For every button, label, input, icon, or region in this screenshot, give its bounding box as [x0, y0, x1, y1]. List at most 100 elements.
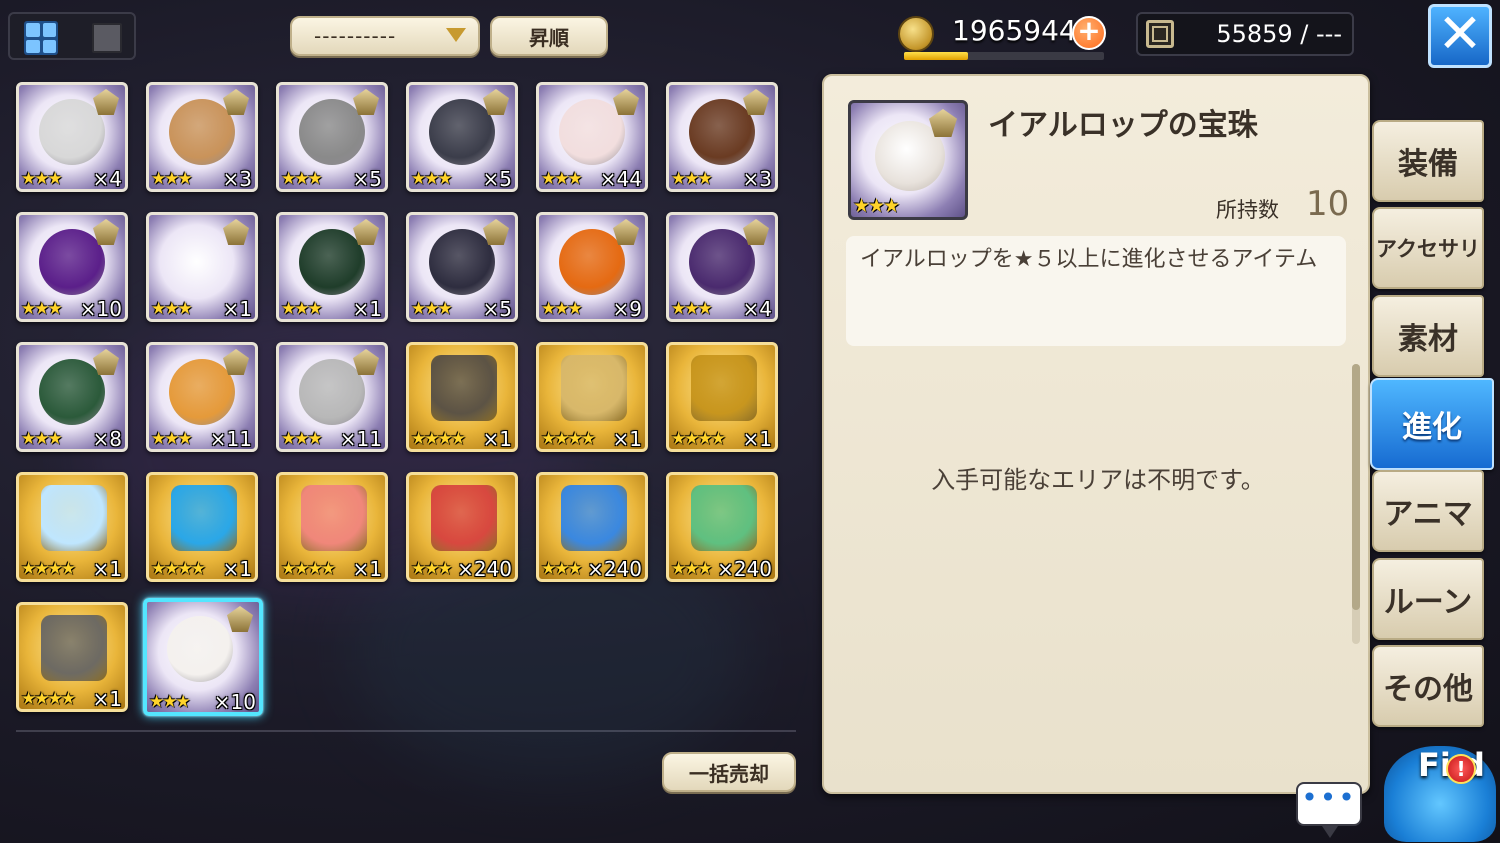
tab-materials[interactable]: 素材	[1372, 295, 1484, 377]
tab-other[interactable]: その他	[1372, 645, 1484, 727]
tab-equipment[interactable]: 装備	[1372, 120, 1484, 202]
item-slot[interactable]: ★★★★ ×1	[146, 472, 258, 582]
item-slot[interactable]: ★★★ ×3	[146, 82, 258, 192]
item-stars: ★★★	[411, 169, 453, 189]
item-quantity: ×1	[612, 427, 642, 451]
item-quantity: ×240	[457, 557, 512, 581]
item-slot[interactable]: ★★★ ×240	[536, 472, 648, 582]
detail-scrollbar[interactable]	[1352, 364, 1360, 644]
sell-all-button[interactable]: 一括売却	[662, 752, 796, 792]
collection-amount: 55859 / ---	[1216, 20, 1342, 48]
item-slot[interactable]: ★★★ ×11	[146, 342, 258, 452]
item-slot[interactable]: ★★★ ×5	[406, 82, 518, 192]
item-slot[interactable]: ★★★★ ×1	[276, 472, 388, 582]
item-slot-selected[interactable]: ★★★ ×10	[143, 598, 263, 716]
item-stars: ★★★	[671, 299, 713, 319]
item-stars: ★★★	[541, 299, 583, 319]
item-slot[interactable]: ★★★ ×240	[666, 472, 778, 582]
white-mask-orb-icon	[299, 359, 365, 425]
item-slot[interactable]: ★★★ ×11	[276, 342, 388, 452]
item-stars: ★★★	[541, 169, 583, 189]
item-quantity: ×1	[482, 427, 512, 451]
item-title: イアルロップの宝珠	[988, 108, 1258, 143]
item-quantity: ×10	[79, 297, 122, 321]
tab-accessory[interactable]: アクセサリ	[1372, 207, 1484, 289]
item-slot[interactable]: ★★★ ×5	[406, 212, 518, 322]
list-view-icon[interactable]	[92, 23, 122, 53]
view-toggle	[8, 12, 136, 60]
item-quantity: ×1	[222, 297, 252, 321]
item-slot[interactable]: ★★★ ×1	[146, 212, 258, 322]
book-icon	[1146, 20, 1174, 48]
item-stars: ★★★★	[21, 559, 76, 579]
tab-anima[interactable]: アニマ	[1372, 470, 1484, 552]
item-quantity: ×8	[92, 427, 122, 451]
item-slot[interactable]: ★★★ ×240	[406, 472, 518, 582]
item-slot[interactable]: ★★★★ ×1	[666, 342, 778, 452]
item-slot[interactable]: ★★★ ×10	[16, 212, 128, 322]
hamster-orb-icon	[169, 99, 235, 165]
close-button[interactable]: ✕	[1428, 4, 1492, 68]
knight-statue-icon	[431, 355, 497, 421]
item-quantity: ×4	[742, 297, 772, 321]
blue-crystal-icon	[561, 485, 627, 551]
item-slot[interactable]: ★★★★ ×1	[406, 342, 518, 452]
coin-progress-fill	[904, 52, 968, 60]
blue-bowl-icon	[171, 485, 237, 551]
item-quantity: ×1	[92, 687, 122, 711]
item-slot[interactable]: ★★★ ×3	[666, 82, 778, 192]
green-reaper-orb-icon	[299, 229, 365, 295]
item-stars: ★★★	[151, 429, 193, 449]
item-quantity: ×11	[339, 427, 382, 451]
item-quantity: ×44	[599, 167, 642, 191]
frost-ornament-icon	[41, 485, 107, 551]
item-stars: ★★★	[411, 299, 453, 319]
armored-reaper-orb-icon	[429, 229, 495, 295]
item-quantity: ×1	[222, 557, 252, 581]
item-slot[interactable]: ★★★★ ×1	[536, 342, 648, 452]
item-quantity: ×9	[612, 297, 642, 321]
reaper-skull-orb-icon	[169, 229, 235, 295]
coin-counter: 1965944 +	[896, 12, 1108, 60]
item-slot[interactable]: ★★★★ ×1	[16, 602, 128, 712]
item-slot[interactable]: ★★★ ×4	[16, 82, 128, 192]
tab-rune[interactable]: ルーン	[1372, 558, 1484, 640]
add-coins-button[interactable]: +	[1072, 16, 1106, 50]
coin-progress-bar	[904, 52, 1104, 60]
item-quantity: ×4	[92, 167, 122, 191]
sort-dropdown[interactable]: ----------	[290, 16, 480, 56]
item-slot[interactable]: ★★★ ×4	[666, 212, 778, 322]
grid-view-icon[interactable]	[24, 21, 58, 55]
dark-skull-orb-icon	[429, 99, 495, 165]
chat-button[interactable]: •••	[1296, 782, 1362, 838]
item-slot[interactable]: ★★★ ×9	[536, 212, 648, 322]
tab-evolution[interactable]: 進化	[1370, 378, 1494, 470]
item-stars: ★★★	[411, 559, 453, 579]
pumpkin-orb-icon	[559, 229, 625, 295]
cow-orb-icon	[39, 99, 105, 165]
gold-bracelet-icon	[561, 355, 627, 421]
detail-thumbnail: ★★★	[848, 100, 968, 220]
item-slot[interactable]: ★★★★ ×1	[16, 472, 128, 582]
item-quantity: ×5	[352, 167, 382, 191]
item-slot[interactable]: ★★★ ×8	[16, 342, 128, 452]
item-quantity: ×1	[92, 557, 122, 581]
item-quantity: ×5	[482, 297, 512, 321]
rabbit-orb-icon	[167, 616, 233, 682]
item-slot[interactable]: ★★★ ×44	[536, 82, 648, 192]
item-stars: ★★★	[281, 429, 323, 449]
green-crystal-icon	[691, 485, 757, 551]
item-stars: ★★★	[149, 692, 191, 712]
sort-order-button[interactable]: 昇順	[490, 16, 608, 56]
item-stars: ★★★	[671, 169, 713, 189]
item-slot[interactable]: ★★★ ×1	[276, 212, 388, 322]
owned-label: 所持数	[1216, 198, 1279, 222]
item-stars: ★★★	[151, 299, 193, 319]
item-stars: ★★★	[671, 559, 713, 579]
item-slot[interactable]: ★★★ ×5	[276, 82, 388, 192]
item-quantity: ×3	[222, 167, 252, 191]
item-quantity: ×11	[209, 427, 252, 451]
item-quantity: ×5	[482, 167, 512, 191]
item-quantity: ×10	[213, 690, 256, 714]
field-button[interactable]: Fi d !	[1378, 734, 1498, 842]
